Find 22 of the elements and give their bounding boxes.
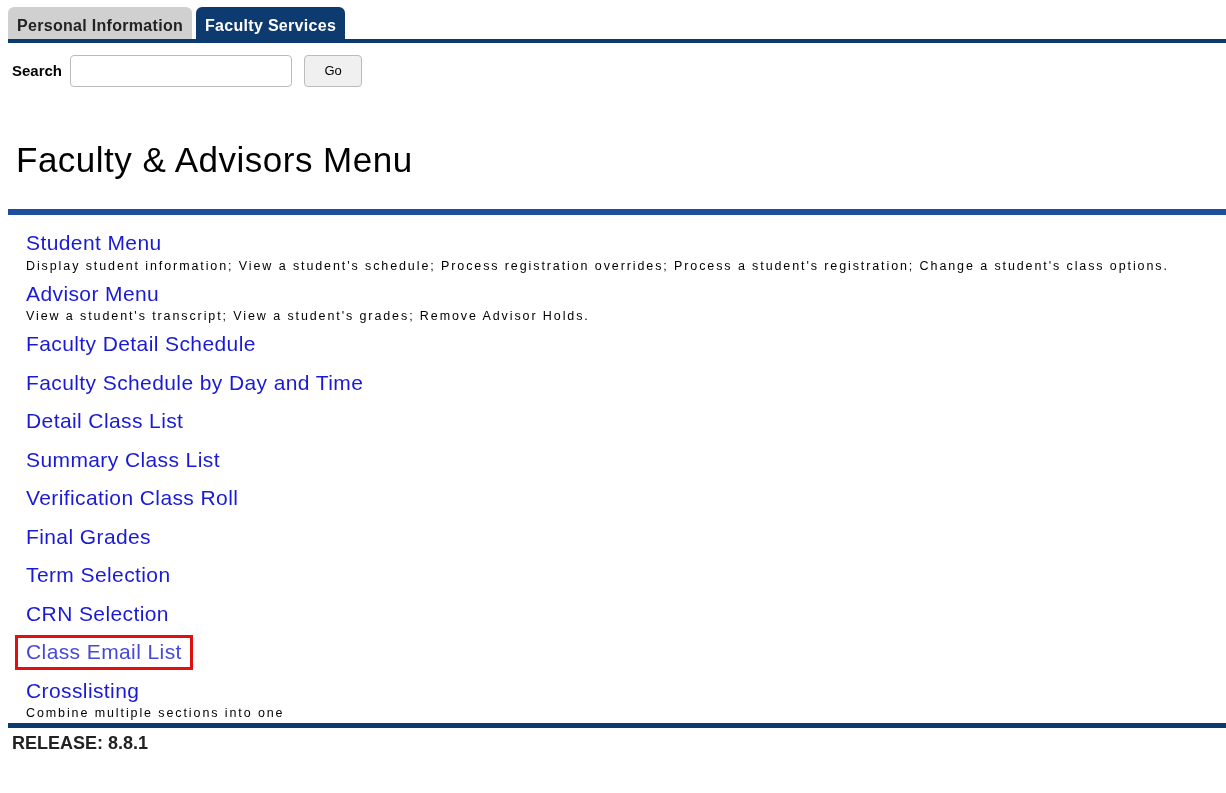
menu-link[interactable]: Faculty Schedule by Day and Time xyxy=(26,368,364,397)
menu-description: Combine multiple sections into one xyxy=(26,705,285,721)
search-field[interactable] xyxy=(70,55,293,87)
menu-link[interactable]: Student Menu xyxy=(26,229,162,258)
tab[interactable]: Faculty Services xyxy=(196,7,346,39)
menu-link[interactable]: Crosslisting xyxy=(26,676,140,705)
menu-description: Display student information; View a student's schedule; Process registration overrides; Process a student's registration; Change a student's class options. xyxy=(26,257,1169,274)
menu-description: View a student's transcript; View a student's grades; Remove Advisor Holds. xyxy=(26,308,590,324)
menu-link[interactable]: CRN Selection xyxy=(26,599,169,628)
menu-link[interactable]: Class Email List xyxy=(15,635,193,670)
menu-link[interactable]: Advisor Menu xyxy=(26,279,160,308)
menu-link[interactable]: Faculty Detail Schedule xyxy=(26,330,256,359)
menu-link[interactable]: Final Grades xyxy=(26,522,152,551)
menu-link[interactable]: Term Selection xyxy=(26,561,171,590)
tab[interactable]: Personal Information xyxy=(8,7,193,39)
menu-link[interactable]: Summary Class List xyxy=(26,445,220,474)
menu-link[interactable]: Verification Class Roll xyxy=(26,484,239,513)
release-text: RELEASE: 8.8.1 xyxy=(12,732,150,755)
go-button[interactable]: Go xyxy=(304,55,363,87)
page-heading: Faculty & Advisors Menu xyxy=(16,140,414,180)
menu-link[interactable]: Detail Class List xyxy=(26,407,184,436)
search-label: Search xyxy=(12,60,63,81)
